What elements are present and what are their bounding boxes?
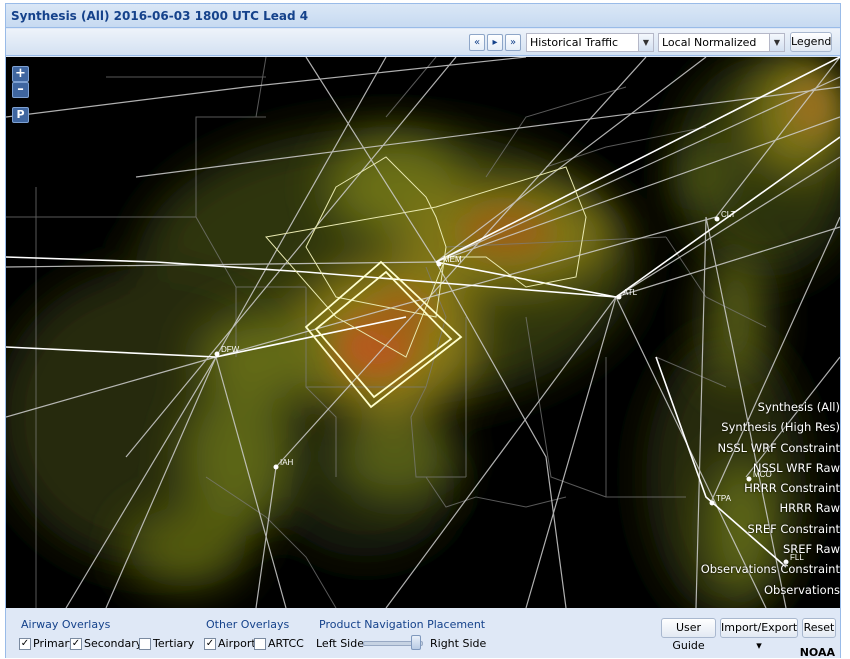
traffic-select[interactable]: Historical Traffic ▼ bbox=[526, 33, 654, 52]
reset-button[interactable]: Reset bbox=[802, 618, 836, 638]
product-item-hrrr-raw[interactable]: HRRR Raw bbox=[660, 498, 840, 518]
product-item-observations-constraint[interactable]: Observations Constraint bbox=[660, 559, 840, 579]
pan-button[interactable]: P bbox=[12, 107, 29, 123]
normalize-select[interactable]: Local Normalized ▼ bbox=[658, 33, 785, 52]
product-navigation: Synthesis (All) Synthesis (High Res) NSS… bbox=[660, 397, 840, 600]
airport-label: Airport bbox=[218, 637, 256, 650]
product-item-hrrr-constraint[interactable]: HRRR Constraint bbox=[660, 478, 840, 498]
airport-label-clt: CLT bbox=[721, 210, 736, 219]
app-window: Synthesis (All) 2016-06-03 1800 UTC Lead… bbox=[5, 3, 841, 659]
secondary-checkbox[interactable]: ✓ bbox=[70, 638, 82, 650]
last-frame-button[interactable]: » bbox=[505, 34, 521, 51]
product-item-nssl-wrf-constraint[interactable]: NSSL WRF Constraint bbox=[660, 438, 840, 458]
right-side-label: Right Side bbox=[430, 637, 487, 650]
next-frame-button[interactable]: ▸ bbox=[487, 34, 503, 51]
product-item-sref-constraint[interactable]: SREF Constraint bbox=[660, 519, 840, 539]
chevron-down-icon[interactable]: ▼ bbox=[769, 34, 784, 51]
airport-label-atl: ATL bbox=[623, 288, 638, 297]
left-side-label: Left Side bbox=[316, 637, 364, 650]
normalize-select-value: Local Normalized bbox=[662, 36, 757, 49]
toolbar: « ▸ » Historical Traffic ▼ Local Normali… bbox=[6, 29, 840, 56]
secondary-label: Secondary bbox=[84, 637, 143, 650]
airport-label-iah: IAH bbox=[280, 458, 294, 467]
first-frame-button[interactable]: « bbox=[469, 34, 485, 51]
product-item-sref-raw[interactable]: SREF Raw bbox=[660, 539, 840, 559]
legend-button[interactable]: Legend bbox=[790, 32, 832, 52]
primary-checkbox[interactable]: ✓ bbox=[19, 638, 31, 650]
airport-label-mem: MEM bbox=[443, 255, 462, 264]
artcc-checkbox[interactable] bbox=[254, 638, 266, 650]
tertiary-checkbox[interactable] bbox=[139, 638, 151, 650]
placement-title: Product Navigation Placement bbox=[319, 618, 486, 631]
import-export-button[interactable]: Import/Export ▾ bbox=[720, 618, 798, 652]
product-item-observations[interactable]: Observations bbox=[660, 580, 840, 600]
airway-overlays-title: Airway Overlays bbox=[21, 618, 111, 631]
artcc-label: ARTCC bbox=[268, 637, 304, 650]
placement-slider-thumb[interactable] bbox=[411, 635, 421, 650]
chevron-down-icon[interactable]: ▼ bbox=[638, 34, 653, 51]
zoom-in-button[interactable]: + bbox=[12, 66, 29, 82]
airport-checkbox[interactable]: ✓ bbox=[204, 638, 216, 650]
noaa-credit: NOAA bbox=[799, 646, 835, 659]
other-overlays-title: Other Overlays bbox=[206, 618, 290, 631]
product-item-synthesis-high-res[interactable]: Synthesis (High Res) bbox=[660, 417, 840, 437]
window-title: Synthesis (All) 2016-06-03 1800 UTC Lead… bbox=[6, 4, 840, 28]
tertiary-label: Tertiary bbox=[153, 637, 195, 650]
traffic-select-value: Historical Traffic bbox=[530, 36, 619, 49]
zoom-out-button[interactable]: – bbox=[12, 82, 29, 98]
weather-map[interactable]: MEM ATL CLT DFW IAH TPA MCO FLL + – P Sy… bbox=[6, 57, 840, 608]
airport-label-dfw: DFW bbox=[221, 345, 240, 354]
product-item-synthesis-all[interactable]: Synthesis (All) bbox=[660, 397, 840, 417]
overlay-panel: Airway Overlays ✓ Primary ✓ Secondary Te… bbox=[6, 610, 840, 659]
user-guide-button[interactable]: User Guide bbox=[661, 618, 716, 652]
product-item-nssl-wrf-raw[interactable]: NSSL WRF Raw bbox=[660, 458, 840, 478]
